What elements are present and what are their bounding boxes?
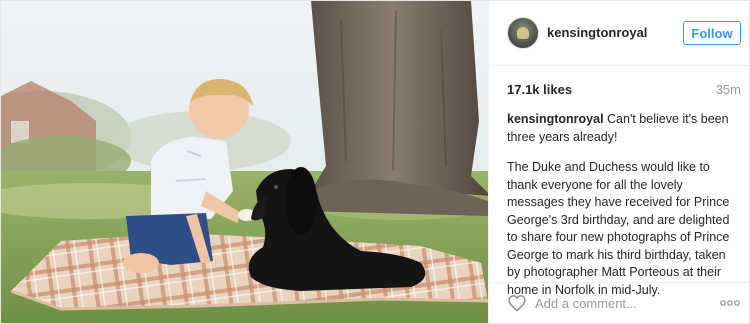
- post-photo[interactable]: [1, 1, 488, 323]
- caption-username[interactable]: kensingtonroyal: [507, 112, 604, 126]
- follow-button[interactable]: Follow: [683, 21, 741, 45]
- add-comment-input[interactable]: [535, 293, 695, 313]
- caption-first-paragraph: kensingtonroyal Can't believe it's been …: [507, 111, 735, 146]
- post-header: kensingtonroyal Follow: [489, 1, 749, 66]
- instagram-post: kensingtonroyal Follow 17.1k likes 35m k…: [0, 0, 750, 324]
- post-sidebar: kensingtonroyal Follow 17.1k likes 35m k…: [488, 1, 749, 323]
- comment-bar: [489, 282, 749, 323]
- likes-count[interactable]: 17.1k likes: [507, 82, 572, 97]
- avatar[interactable]: [507, 17, 539, 49]
- photo-illustration: [1, 1, 488, 323]
- caption-body: The Duke and Duchess would like to thank…: [507, 160, 730, 297]
- post-timestamp[interactable]: 35m: [716, 82, 741, 97]
- heart-outline-icon[interactable]: [507, 293, 527, 313]
- header-username[interactable]: kensingtonroyal: [547, 25, 647, 40]
- likes-row: 17.1k likes 35m: [507, 82, 741, 100]
- more-options-icon[interactable]: [719, 296, 741, 310]
